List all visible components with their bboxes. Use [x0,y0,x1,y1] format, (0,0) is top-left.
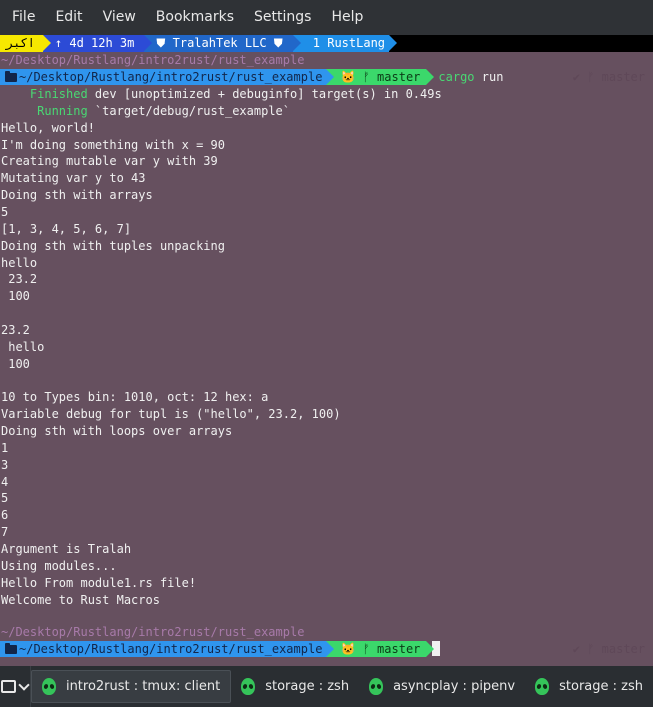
output-line: Welcome to Rust Macros [1,592,160,607]
prompt-path-dim: ~/Desktop/Rustlang/intro2rust/rust_examp… [1,625,305,639]
window-icon [1,680,17,693]
output-line: Creating mutable var y with 39 [1,154,218,169]
output-line: Hello, world! [1,120,95,135]
right-prompt: ✔ ᚠ master [572,642,645,656]
taskbar-item[interactable]: storage : zsh [525,670,653,703]
prompt-path: ~/Desktop/Rustlang/intro2rust/rust_examp… [19,642,323,656]
output-line: 6 [1,508,9,523]
taskbar-item-label: storage : zsh [265,679,350,694]
output-line: [1, 3, 4, 5, 6, 7] [1,221,132,236]
output-line: 1 [1,440,9,455]
output-line: Running `target/debug/rust_example` [37,103,290,118]
cargo-status-word: Running [37,103,88,118]
taskbar-item-label: intro2rust : tmux: client [65,679,221,694]
command-arg: run [481,70,504,84]
window-list-button[interactable] [0,666,31,707]
cargo-status-word: Finished [29,87,88,101]
alien-icon [369,678,384,695]
prompt-line: ~/Desktop/Rustlang/intro2rust/rust_examp… [0,69,653,85]
keyboard-layout-label: اکبر [6,36,35,50]
output-line: 5 [1,204,9,219]
prompt-path-segment: ~/Desktop/Rustlang/intro2rust/rust_examp… [0,69,335,85]
menu-help[interactable]: Help [321,0,373,35]
uptime-label: ↑ 4d 12h 3m [54,36,135,50]
right-prompt: ✔ ᚠ master [572,70,645,84]
alien-icon [41,678,56,695]
powerline-arrow [144,35,153,51]
host-segment: ⛊ TralahTek LLC ⛊ [144,35,301,52]
output-line: hello [1,255,38,270]
alien-icon [241,678,256,695]
tmux-status-bar: اکبر ↑ 4d 12h 3m ⛊ TralahTek LLC ⛊ 1 Rus… [0,35,653,52]
output-line: Argument is Tralah [1,541,132,556]
taskbar-item[interactable]: intro2rust : tmux: client [30,670,232,703]
taskbar-item[interactable]: storage : zsh [231,670,359,703]
output-line: Hello From module1.rs file! [1,575,197,590]
taskbar: intro2rust : tmux: client storage : zsh … [0,666,653,707]
terminal-area[interactable]: ~/Desktop/Rustlang/intro2rust/rust_examp… [0,52,653,666]
powerline-arrow [326,641,335,657]
menu-edit[interactable]: Edit [45,0,92,35]
output-line: 5 [1,491,9,506]
output-line: 100 [1,356,30,371]
output-line: Finished dev [unoptimized + debuginfo] t… [29,87,442,101]
output-line: 23.2 [1,322,30,337]
output-line: Variable debug for tupl is ("hello", 23.… [1,407,341,422]
output-line: Using modules... [1,558,117,573]
powerline-arrow [426,641,435,657]
output-line: Doing sth with loops over arrays [1,424,233,438]
folder-icon [5,643,17,654]
branch-name: master [377,642,421,656]
keyboard-layout: اکبر [0,35,51,52]
powerline-arrow [389,35,398,51]
output-line: Doing sth with tuples unpacking [1,238,225,253]
output-line: 4 [1,474,9,489]
output-line: 7 [1,525,9,540]
chevron-down-icon [18,678,31,691]
output-line: 10 to Types bin: 1010, oct: 12 hex: a [1,390,269,405]
taskbar-item[interactable]: asyncplay : pipenv [359,670,525,703]
prompt-path: ~/Desktop/Rustlang/intro2rust/rust_examp… [19,70,323,84]
prompt-path-dim: ~/Desktop/Rustlang/intro2rust/rust_examp… [1,53,305,67]
output-line: 100 [1,289,30,304]
output-line: 23.2 [1,272,38,287]
output-line: Doing sth with arrays [1,188,153,203]
branch-name: master [377,70,421,84]
menu-bar: File Edit View Bookmarks Settings Help [0,0,653,35]
tmux-window-tab[interactable]: 1 RustLang [292,35,398,52]
powerline-arrow [326,69,335,85]
menu-bookmarks[interactable]: Bookmarks [146,0,244,35]
menu-settings[interactable]: Settings [244,0,321,35]
github-icon: 🐱 [340,642,356,656]
github-icon: 🐱 [340,70,356,84]
taskbar-item-label: asyncplay : pipenv [393,679,516,694]
output-line: I'm doing something with x = 90 [1,137,225,152]
taskbar-item-label: storage : zsh [559,679,643,694]
output-line: hello [1,339,45,354]
powerline-arrow [42,35,51,51]
powerline-arrow [292,35,301,51]
menu-view[interactable]: View [93,0,146,35]
git-branch-segment: 🐱 ᚠ master [326,69,435,85]
folder-icon [5,71,17,82]
alien-icon [535,678,550,695]
host-label: TralahTek LLC [172,36,267,50]
output-line: Mutating var y to 43 [1,171,146,186]
menu-file[interactable]: File [2,0,45,35]
prompt-path-segment: ~/Desktop/Rustlang/intro2rust/rust_examp… [0,641,335,657]
git-branch-segment: 🐱 ᚠ master [326,641,435,657]
output-line: 3 [1,457,9,472]
window-label: 1 RustLang [312,36,386,50]
prompt-line: ~/Desktop/Rustlang/intro2rust/rust_examp… [0,641,653,657]
uptime-segment: ↑ 4d 12h 3m [42,35,153,52]
powerline-arrow [426,69,435,85]
